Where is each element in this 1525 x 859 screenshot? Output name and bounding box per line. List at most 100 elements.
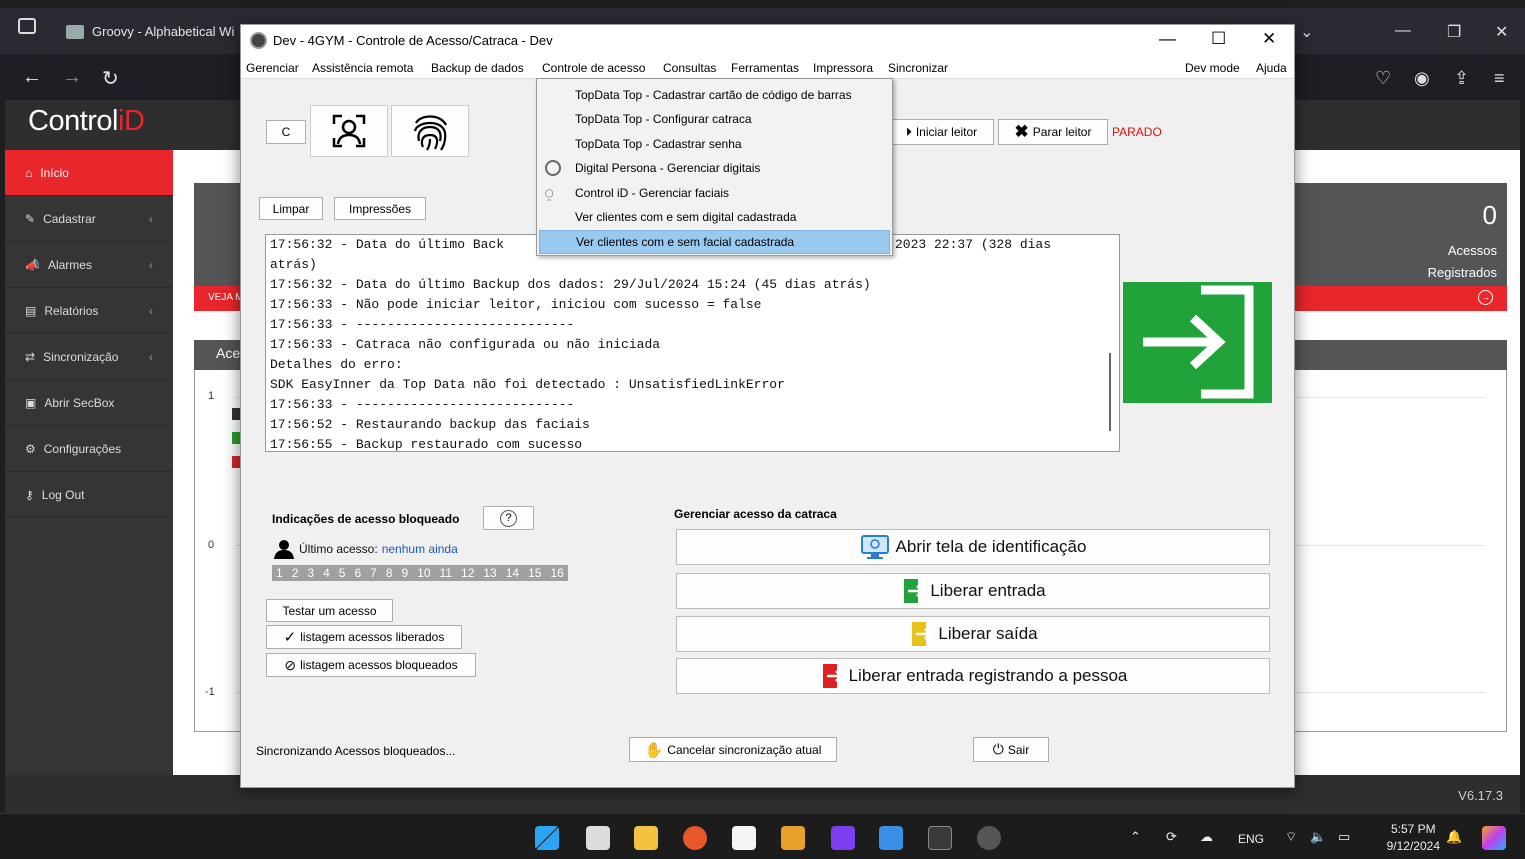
access-indicator: 2	[291, 566, 299, 580]
chart-title: Ace	[216, 345, 241, 361]
notepad-icon[interactable]	[732, 826, 756, 850]
tray-sync-icon[interactable]: ⟳	[1166, 829, 1177, 845]
menu-item-topdata-password[interactable]: TopData Top - Cadastrar senha	[539, 132, 890, 156]
share-icon[interactable]: ⇪	[1454, 68, 1469, 89]
clock[interactable]: 5:57 PM 9/12/2024	[1387, 821, 1440, 855]
release-entry-register-button[interactable]: Liberar entrada registrando a pessoa	[676, 658, 1270, 694]
menu-assistencia-remota[interactable]: Assistência remota	[312, 61, 413, 75]
sidebar-item-configura-es[interactable]: ⚙ Configurações	[5, 426, 173, 472]
menu-sincronizar[interactable]: Sincronizar	[888, 61, 948, 75]
menu-controle-acesso[interactable]: Controle de acesso	[542, 61, 645, 75]
c-button[interactable]: C	[266, 120, 306, 144]
release-entry-button[interactable]: Liberar entrada	[676, 573, 1270, 609]
log-scrollbar[interactable]	[1109, 353, 1111, 431]
stats-card-link[interactable]: VEJA M	[208, 292, 244, 303]
4gym-icon[interactable]	[977, 826, 1001, 850]
log-line: Detalhes do erro:	[270, 357, 403, 372]
access-indicator: 14	[505, 566, 520, 580]
forward-icon[interactable]: →	[62, 66, 82, 89]
sidebar-item-abrir-secbox[interactable]: ▣ Abrir SecBox	[5, 380, 173, 426]
sidebar-item-sincroniza-o[interactable]: ⇄ Sincronização ‹	[5, 334, 173, 380]
file-explorer-icon[interactable]	[634, 826, 658, 850]
sidebar-item-cadastrar[interactable]: ✎ Cadastrar ‹	[5, 196, 173, 242]
menu-dev-mode[interactable]: Dev mode	[1185, 61, 1240, 75]
sidebar-item-in-cio[interactable]: ⌂ Início	[5, 150, 173, 196]
edit-icon: ✎	[25, 211, 36, 226]
cancel-sync-button[interactable]: ✋ Cancelar sincronização atual	[629, 737, 837, 762]
start-icon[interactable]	[535, 826, 559, 850]
list-blocked-button[interactable]: ⊘ listagem acessos bloqueados	[266, 653, 476, 677]
access-counter-label: Acessos Registrados	[1427, 243, 1497, 280]
close-icon[interactable]: ✕	[1495, 22, 1508, 42]
start-reader-button[interactable]: ⏵ Iniciar leitor	[889, 119, 994, 145]
language-indicator[interactable]: ENG	[1238, 832, 1264, 846]
firefox-icon[interactable]	[683, 826, 707, 850]
menu-item-topdata-barcode[interactable]: TopData Top - Cadastrar cartão de código…	[539, 83, 890, 107]
stop-reader-button[interactable]: ✖ Parar leitor	[998, 119, 1108, 145]
face-icon: ⍜	[545, 185, 554, 201]
exit-button[interactable]: ⏻ Sair	[973, 737, 1049, 762]
dialog-close-icon[interactable]: ✕	[1262, 29, 1276, 49]
menu-consultas[interactable]: Consultas	[663, 61, 716, 75]
sidebar-toggle-icon[interactable]	[18, 18, 36, 34]
account-icon[interactable]: ◉	[1414, 68, 1430, 89]
tab-list-chevron-icon[interactable]: ⌄	[1300, 22, 1313, 42]
sidebar-item-alarmes[interactable]: 📣 Alarmes ‹	[5, 242, 173, 288]
menu-item-clients-digital[interactable]: Ver clientes com e sem digital cadastrad…	[539, 205, 890, 229]
menu-ajuda[interactable]: Ajuda	[1256, 61, 1287, 75]
restore-icon[interactable]: ❐	[1447, 22, 1461, 42]
git-icon[interactable]	[879, 826, 903, 850]
face-button[interactable]	[310, 105, 388, 157]
menu-icon[interactable]: ≡	[1494, 68, 1505, 89]
help-button[interactable]: ?	[483, 506, 534, 530]
terminal-icon[interactable]	[928, 826, 952, 850]
red-door-icon	[822, 664, 843, 688]
cloud-icon[interactable]: ☁	[1200, 829, 1213, 845]
sublime-icon[interactable]	[781, 826, 805, 850]
volume-icon[interactable]: 🔈	[1310, 829, 1326, 845]
chevron-left-icon: ‹	[149, 303, 153, 318]
browser-tab[interactable]: Groovy - Alphabetical Wi	[66, 24, 234, 39]
clear-button[interactable]: Limpar	[259, 197, 323, 220]
intellij-icon[interactable]	[831, 826, 855, 850]
menu-item-clients-facial[interactable]: Ver clientes com e sem facial cadastrada	[539, 230, 890, 254]
access-indicator: 6	[354, 566, 362, 580]
dialog-minimize-icon[interactable]: —	[1159, 29, 1176, 49]
minimize-icon[interactable]: —	[1395, 22, 1411, 40]
wifi-icon[interactable]: ⌔	[1285, 829, 1297, 845]
sidebar-item-relat-rios[interactable]: ▤ Relatórios ‹	[5, 288, 173, 334]
fingerprint-button[interactable]	[391, 105, 469, 157]
menu-item-topdata-configure[interactable]: TopData Top - Configurar catraca	[539, 107, 890, 131]
access-indicator: 1	[276, 566, 283, 580]
face-scan-icon	[332, 114, 366, 148]
sidebar-item-log-out[interactable]: ⚷ Log Out	[5, 472, 173, 518]
release-exit-button[interactable]: Liberar saída	[676, 616, 1270, 652]
list-allowed-button[interactable]: ✓ listagem acessos liberados	[266, 625, 462, 649]
reload-icon[interactable]: ↻	[102, 66, 119, 91]
access-indicator: 9	[401, 566, 409, 580]
battery-icon[interactable]: ▭	[1338, 829, 1350, 845]
pocket-icon[interactable]: ♡	[1375, 68, 1391, 89]
menu-ferramentas[interactable]: Ferramentas	[731, 61, 799, 75]
dialog-maximize-icon[interactable]: ☐	[1211, 29, 1226, 49]
sidebar-item-label: Configurações	[43, 441, 122, 456]
test-access-button[interactable]: Testar um acesso	[266, 599, 393, 622]
log-line: 17:56:33 - Catraca não configurada ou nã…	[270, 337, 661, 352]
menu-item-digital-persona[interactable]: Digital Persona - Gerenciar digitais	[539, 156, 890, 180]
menu-backup[interactable]: Backup de dados	[431, 61, 524, 75]
monitor-icon	[860, 535, 889, 559]
arrow-circle-icon[interactable]: →	[1478, 290, 1493, 305]
open-id-screen-button[interactable]: Abrir tela de identificação	[676, 529, 1270, 565]
menu-item-control-id-facial[interactable]: ⍜ Control iD - Gerenciar faciais	[539, 181, 890, 205]
prints-button[interactable]: Impressões	[334, 197, 426, 220]
menu-impressora[interactable]: Impressora	[813, 61, 873, 75]
back-icon[interactable]: ←	[22, 66, 42, 89]
tray-chevron-icon[interactable]: ⌃	[1130, 829, 1141, 845]
access-indicator: 3	[307, 566, 315, 580]
task-view-icon[interactable]	[586, 826, 610, 850]
copilot-icon[interactable]	[1482, 826, 1506, 850]
notification-bell-icon[interactable]: 🔔	[1446, 829, 1462, 845]
log-output[interactable]: 17:56:32 - Data do último Back atrás) 17:5…	[265, 234, 1120, 452]
sidebar-item-label: Alarmes	[47, 257, 92, 272]
menu-gerenciar[interactable]: Gerenciar	[246, 61, 299, 75]
